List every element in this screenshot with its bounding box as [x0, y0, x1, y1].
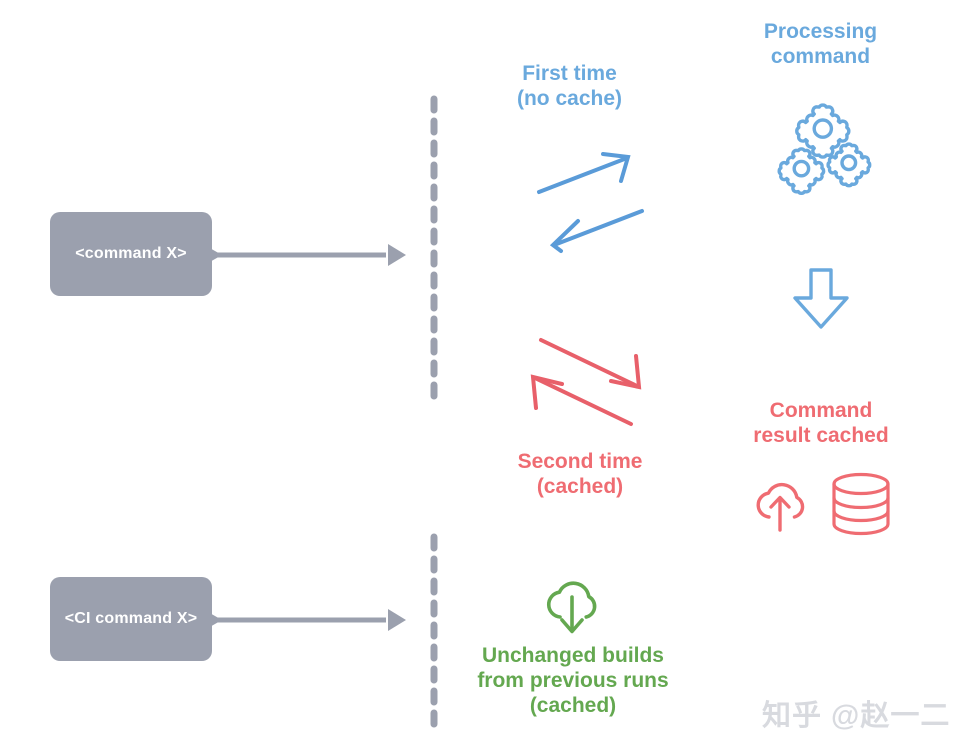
divider-bottom — [430, 533, 438, 728]
arrow-down-block-icon — [793, 268, 849, 329]
second-time-label: Second time (cached) — [517, 450, 643, 498]
unchanged-builds-label: Unchanged builds from previous runs (cac… — [477, 644, 669, 717]
second-time-response-arrow — [530, 374, 633, 426]
divider-top — [430, 95, 438, 405]
gears-icon — [777, 103, 872, 195]
database-icon — [832, 472, 890, 536]
command-x-box[interactable]: <command X> — [50, 212, 212, 296]
first-time-request-arrow — [537, 152, 631, 194]
first-time-label: First time (no cache) — [516, 62, 623, 110]
ci-command-x-flow-arrow — [208, 609, 406, 631]
cloud-upload-icon — [756, 482, 805, 532]
processing-command-label: Processing command — [763, 20, 878, 68]
ci-command-x-label: <CI command X> — [64, 610, 198, 627]
cloud-download-icon — [546, 581, 597, 634]
first-time-response-arrow — [549, 209, 644, 253]
watermark: 知乎 @赵一二 — [762, 700, 951, 732]
ci-command-x-box[interactable]: <CI command X> — [50, 577, 212, 661]
command-x-label: <command X> — [75, 245, 187, 262]
diagram-canvas: <command X> First time (no cache) Proces… — [0, 0, 980, 748]
command-x-flow-arrow — [208, 244, 406, 266]
command-result-cached-label: Command result cached — [753, 399, 889, 447]
